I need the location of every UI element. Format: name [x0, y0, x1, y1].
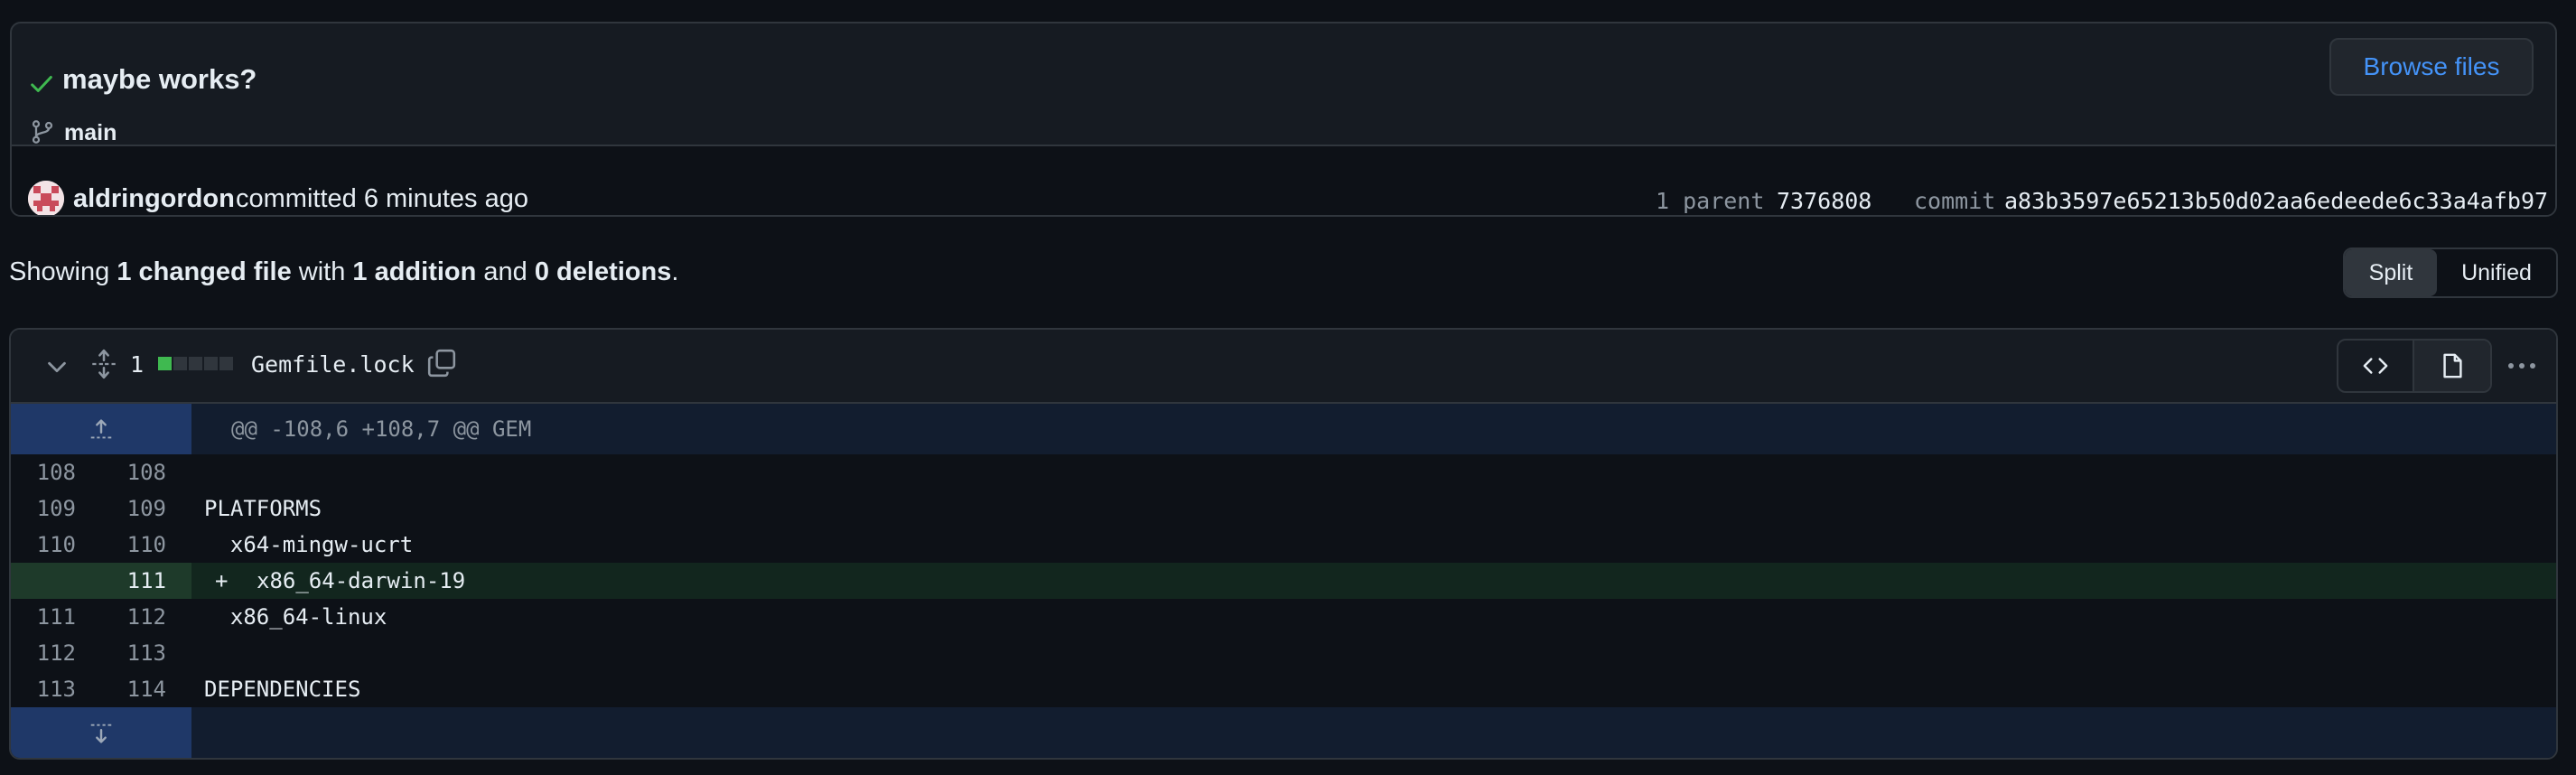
diff-line: 108 108 — [11, 454, 2556, 490]
line-code: x86_64-darwin-19 — [257, 568, 466, 593]
code-icon — [2363, 358, 2388, 374]
code-view-button[interactable] — [2338, 341, 2413, 391]
commit-sha: a83b3597e65213b50d02aa6edeede6c33a4afb97 — [2004, 188, 2549, 214]
branch-name[interactable]: main — [64, 120, 117, 146]
split-view-button[interactable]: Split — [2345, 249, 2437, 296]
diffstat-neutral-block — [189, 357, 202, 370]
commit-title-area: maybe works? main Browse files — [12, 23, 2555, 145]
diffstat-neutral-block — [173, 357, 187, 370]
new-line-number[interactable]: 112 — [83, 599, 173, 635]
hunk-header-text: @@ -108,6 +108,7 @@ GEM — [231, 416, 532, 442]
branch-icon — [32, 120, 53, 144]
addition-marker: + — [215, 568, 229, 593]
diff-file: 1 Gemfile.lock @@ -108,6 +108,7 @@ GEM 1… — [9, 328, 2558, 760]
chevron-down-icon[interactable] — [43, 353, 70, 380]
old-line-number[interactable]: 108 — [11, 454, 83, 490]
commit-title: maybe works? — [62, 63, 257, 95]
author-link[interactable]: aldringordon — [73, 184, 235, 214]
identicon-icon — [28, 181, 64, 215]
file-header: 1 Gemfile.lock — [11, 330, 2556, 404]
diff-line: 110 110 x64-mingw-ucrt — [11, 527, 2556, 563]
summary-additions: 1 addition — [352, 257, 477, 286]
line-code: DEPENDENCIES — [204, 677, 361, 702]
check-icon — [31, 76, 52, 92]
copy-icon[interactable] — [426, 348, 457, 378]
browse-files-button[interactable]: Browse files — [2329, 38, 2534, 96]
summary-with: with — [298, 257, 346, 286]
old-line-number[interactable]: 109 — [11, 490, 83, 527]
commit-meta: aldringordon committed 6 minutes ago 1 p… — [12, 145, 2555, 215]
expand-all-icon[interactable] — [89, 348, 119, 380]
diff-line: 111 112 x86_64-linux — [11, 599, 2556, 635]
commit-header: maybe works? main Browse files aldringor… — [10, 22, 2557, 217]
unified-view-button[interactable]: Unified — [2437, 249, 2556, 296]
summary-deletions: 0 deletions — [534, 257, 672, 286]
summary-prefix: Showing — [9, 257, 110, 286]
kebab-horizontal-icon — [2508, 363, 2535, 369]
summary-suffix: . — [671, 257, 679, 286]
summary-changed: 1 changed file — [117, 257, 292, 286]
new-line-number[interactable]: 111 — [83, 563, 173, 599]
committed-time: committed 6 minutes ago — [236, 184, 528, 213]
diff-view-toggle: Split Unified — [2343, 247, 2558, 298]
line-code: PLATFORMS — [204, 496, 322, 521]
file-change-count: 1 — [130, 351, 145, 378]
diff-summary: Showing 1 changed file with 1 addition a… — [9, 257, 678, 287]
old-line-number[interactable]: 111 — [11, 599, 83, 635]
line-code: x86_64-linux — [204, 604, 387, 630]
diff-line-added: 111 + x86_64-darwin-19 — [11, 563, 2556, 599]
old-line-number[interactable]: 110 — [11, 527, 83, 563]
expand-down-button[interactable] — [11, 707, 191, 758]
diff-line: 109 109 PLATFORMS — [11, 490, 2556, 527]
file-name-link[interactable]: Gemfile.lock — [251, 351, 415, 378]
file-icon — [2443, 353, 2462, 378]
avatar[interactable] — [28, 181, 64, 215]
new-line-number[interactable]: 110 — [83, 527, 173, 563]
new-line-number[interactable]: 108 — [83, 454, 173, 490]
summary-and: and — [483, 257, 527, 286]
diff-line: 113 114 DEPENDENCIES — [11, 671, 2556, 707]
diffstat-neutral-block — [204, 357, 218, 370]
diffstat-bar — [158, 357, 233, 370]
file-view-button[interactable] — [2413, 341, 2490, 391]
parent-label: 1 parent — [1656, 188, 1765, 214]
hunk-footer-row — [11, 707, 2556, 758]
hunk-header-row: @@ -108,6 +108,7 @@ GEM — [11, 404, 2556, 454]
file-view-toggle — [2337, 339, 2492, 393]
diff-table: @@ -108,6 +108,7 @@ GEM 108 108 109 109 … — [11, 404, 2556, 758]
diff-line: 112 113 — [11, 635, 2556, 671]
new-line-number[interactable]: 114 — [83, 671, 173, 707]
fold-down-icon — [90, 724, 112, 743]
old-line-number[interactable]: 113 — [11, 671, 83, 707]
new-line-number[interactable]: 113 — [83, 635, 173, 671]
line-code: x64-mingw-ucrt — [204, 532, 414, 557]
old-line-number — [11, 563, 83, 599]
more-options-button[interactable] — [2500, 348, 2543, 384]
fold-up-icon — [90, 419, 112, 439]
old-line-number[interactable]: 112 — [11, 635, 83, 671]
diffstat-neutral-block — [219, 357, 233, 370]
parent-sha-link[interactable]: 7376808 — [1777, 188, 1871, 214]
commit-label: commit — [1914, 188, 1996, 214]
new-line-number[interactable]: 109 — [83, 490, 173, 527]
expand-up-button[interactable] — [11, 404, 191, 454]
diffstat-added-block — [158, 357, 172, 370]
